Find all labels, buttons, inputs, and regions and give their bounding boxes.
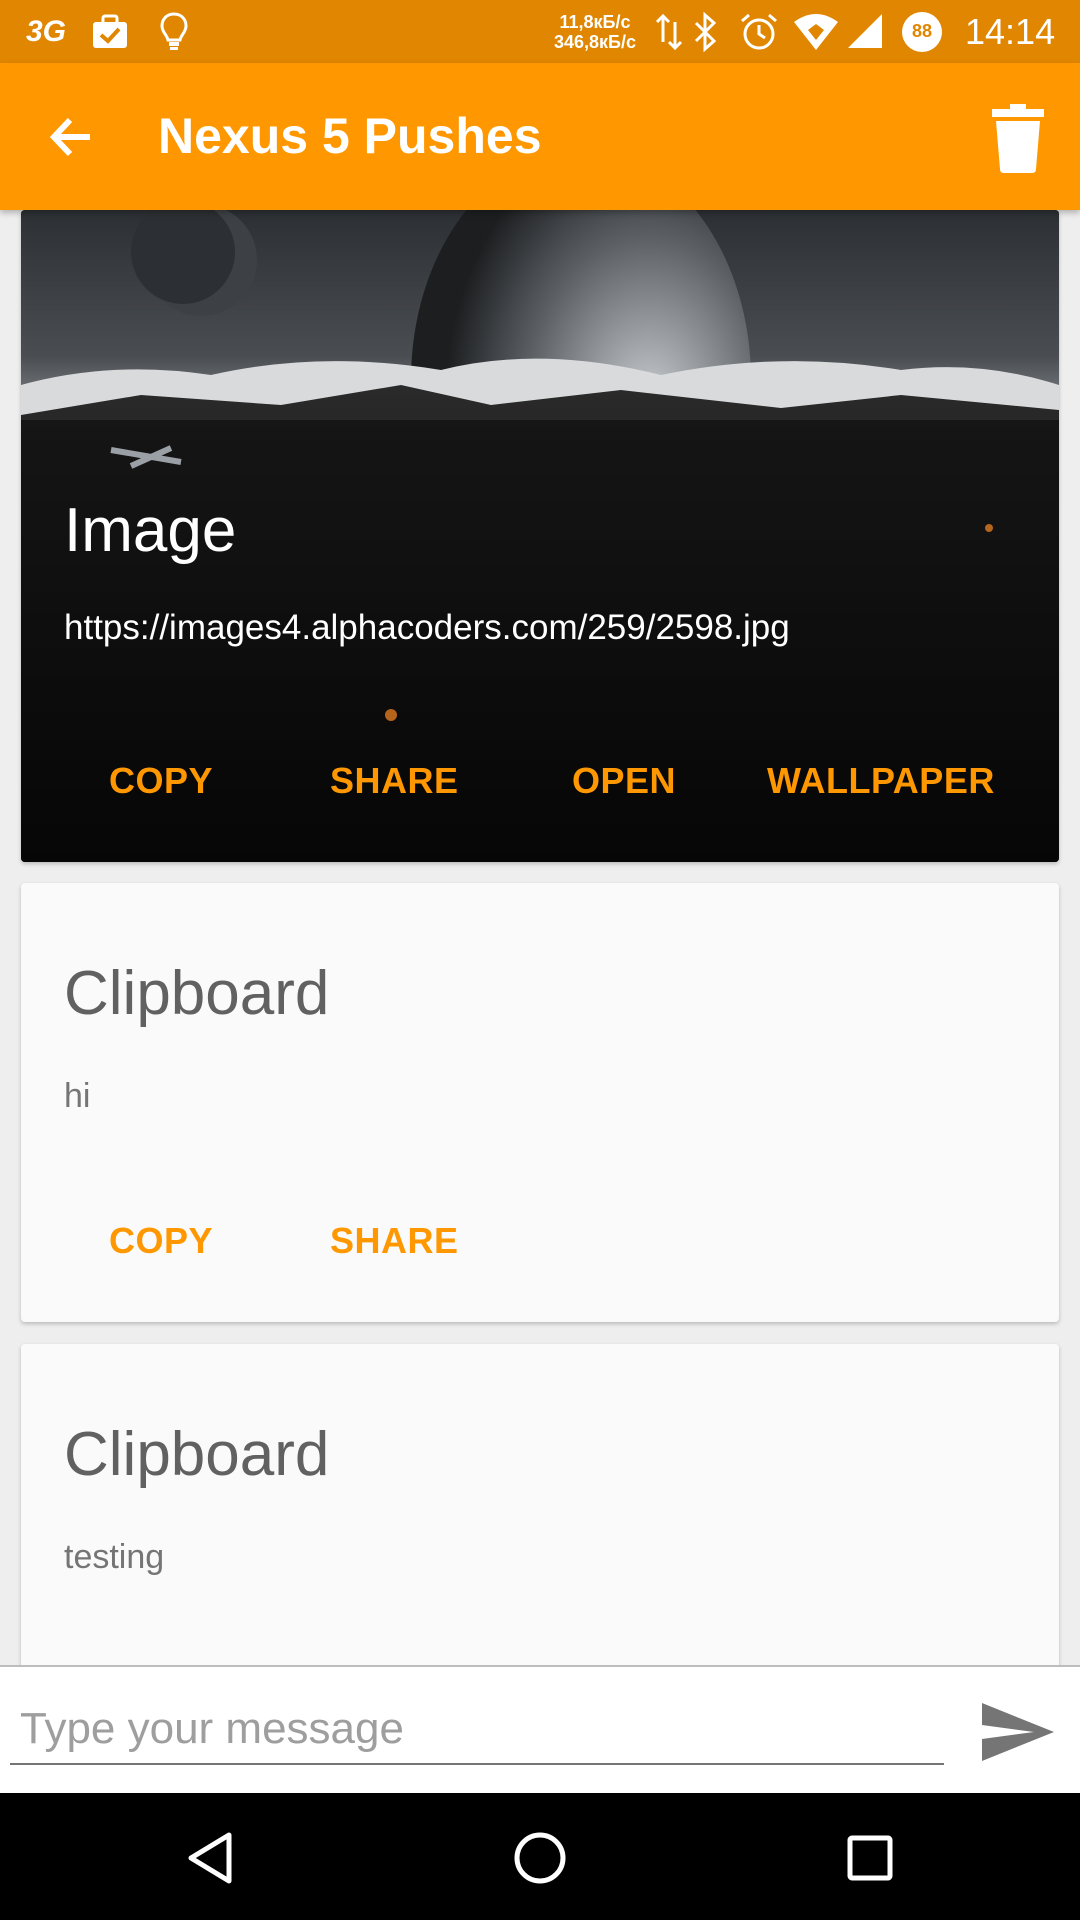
card-link[interactable]: https://images4.alphacoders.com/259/2598… [64, 608, 790, 648]
copy-button[interactable]: COPY [109, 1211, 213, 1271]
system-navigation-bar [0, 1793, 1080, 1920]
send-button[interactable] [978, 1697, 1058, 1767]
page-title: Nexus 5 Pushes [158, 108, 542, 164]
upload-speed: 11,8кБ/с [559, 11, 631, 32]
card-actions: COPY SHARE [21, 1211, 1059, 1271]
network-label: 3G [26, 14, 67, 48]
bluetooth-icon [692, 0, 720, 63]
download-speed: 346,8кБ/с [553, 31, 636, 52]
home-circle-icon [514, 1832, 566, 1884]
nav-back-button[interactable] [177, 1823, 247, 1893]
trash-icon [992, 104, 1044, 173]
set-wallpaper-button[interactable]: WALLPAPER [767, 751, 995, 811]
arrow-back-icon [49, 117, 90, 157]
card-title: Clipboard [64, 1420, 330, 1489]
task-done-icon [90, 0, 130, 63]
image-push-card: Image https://images4.alphacoders.com/25… [21, 210, 1059, 862]
lightbulb-icon [158, 0, 190, 63]
card-title: Clipboard [64, 959, 330, 1028]
nav-home-button[interactable] [505, 1823, 575, 1893]
recents-square-icon [847, 1835, 893, 1881]
message-input[interactable] [10, 1695, 944, 1765]
wifi-icon [792, 0, 840, 63]
send-icon [982, 1703, 1054, 1761]
status-bar: 3G 11,8кБ/с 346,8кБ/с 88 14:14 [0, 0, 1080, 63]
network-speed: 11,8кБ/с 346,8кБ/с [540, 0, 650, 63]
copy-button[interactable]: COPY [109, 751, 213, 811]
card-text: testing [64, 1538, 165, 1576]
nav-recents-button[interactable] [835, 1823, 905, 1893]
delete-all-button[interactable] [986, 103, 1050, 175]
push-list[interactable]: Image https://images4.alphacoders.com/25… [0, 210, 1080, 1665]
cell-signal-icon [846, 0, 884, 63]
card-text: hi [64, 1077, 91, 1115]
app-bar: Nexus 5 Pushes [0, 63, 1080, 210]
back-triangle-icon [188, 1832, 232, 1884]
clipboard-push-card: Clipboard testing [21, 1344, 1059, 1665]
card-actions: COPY SHARE OPEN WALLPAPER [21, 751, 1059, 811]
share-button[interactable]: SHARE [330, 1211, 459, 1271]
network-type: 3G [26, 0, 66, 63]
battery-icon: 88 [902, 0, 942, 63]
battery-level: 88 [902, 11, 942, 52]
alarm-icon [738, 0, 780, 63]
open-button[interactable]: OPEN [572, 751, 676, 811]
data-transfer-icon [656, 0, 682, 63]
back-button[interactable] [42, 107, 102, 167]
message-composer [0, 1665, 1080, 1795]
share-button[interactable]: SHARE [330, 751, 459, 811]
clock: 14:14 [965, 10, 1056, 52]
clipboard-push-card: Clipboard hi COPY SHARE [21, 883, 1059, 1322]
card-title: Image [64, 496, 237, 565]
